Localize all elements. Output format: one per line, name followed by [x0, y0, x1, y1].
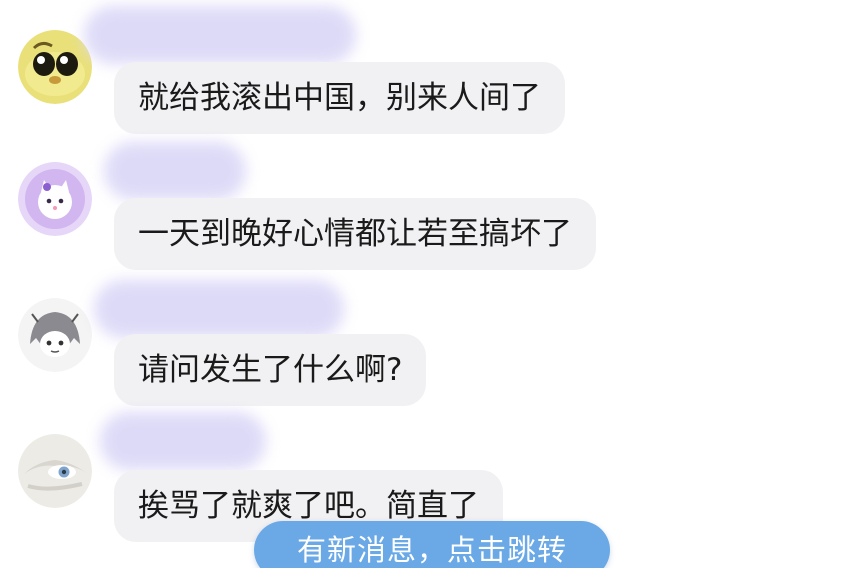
chat-message: 一天到晚好心情都让若至搞坏了: [0, 136, 864, 272]
new-message-jump-button[interactable]: 有新消息，点击跳转: [254, 521, 610, 568]
chat-message: 就给我滚出中国，别来人间了: [0, 0, 864, 136]
blue-eye-avatar[interactable]: [18, 434, 92, 508]
username-blurred: [84, 6, 356, 64]
username-blurred: [94, 280, 344, 338]
message-bubble: 一天到晚好心情都让若至搞坏了: [114, 198, 596, 270]
chat-window: 就给我滚出中国，别来人间了 一天到晚好心情都让若至搞坏了 请问发生了什么啊? 挨…: [0, 0, 864, 568]
username-blurred: [100, 412, 266, 470]
yellow-chick-avatar[interactable]: [18, 30, 92, 104]
purple-cat-avatar[interactable]: [18, 162, 92, 236]
chat-message: 请问发生了什么啊?: [0, 272, 864, 408]
message-bubble: 就给我滚出中国，别来人间了: [114, 62, 565, 134]
username-blurred: [104, 142, 246, 200]
anime-girl-avatar[interactable]: [18, 298, 92, 372]
message-bubble: 请问发生了什么啊?: [114, 334, 427, 406]
